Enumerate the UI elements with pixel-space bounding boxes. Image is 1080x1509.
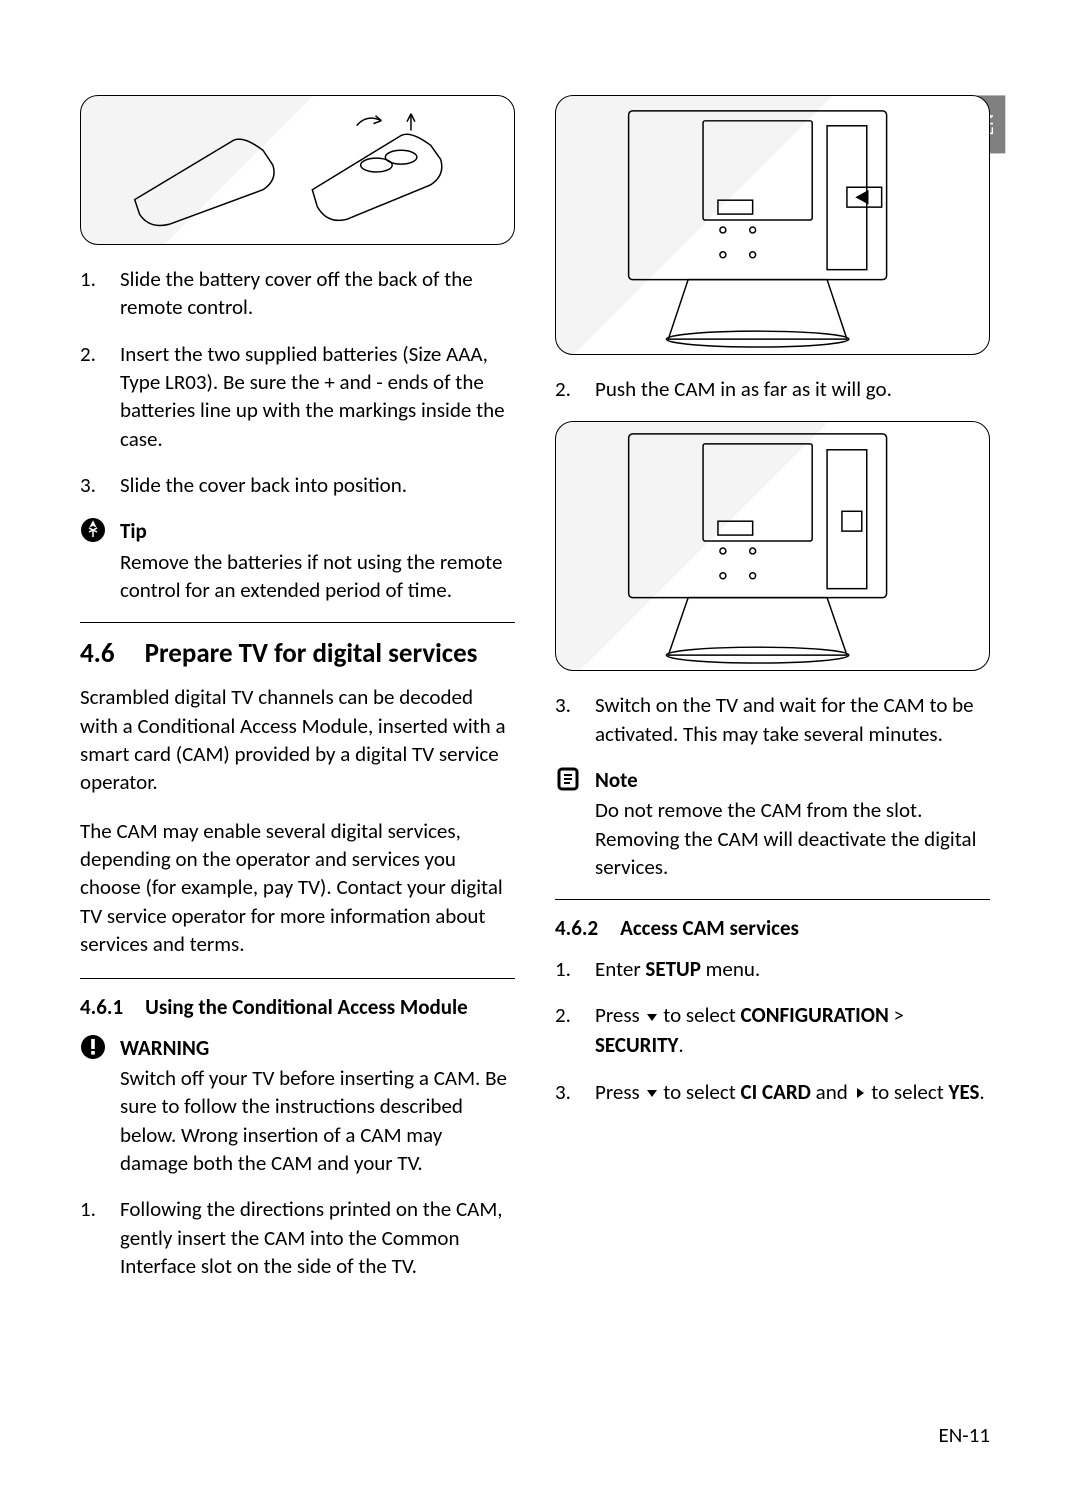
cam-steps-start: Following the directions printed on the … bbox=[80, 1195, 515, 1280]
divider bbox=[555, 899, 990, 900]
tip-title: Tip bbox=[120, 517, 515, 545]
text: Press bbox=[595, 1079, 645, 1105]
text: . bbox=[979, 1079, 984, 1105]
list-item: Following the directions printed on the … bbox=[80, 1195, 515, 1280]
configuration-label: CONFIGURATION bbox=[741, 1002, 889, 1028]
list-item: Press to select CI CARD and to select YE… bbox=[555, 1078, 990, 1108]
page-number: EN-11 bbox=[938, 1421, 990, 1449]
text: menu. bbox=[701, 956, 760, 982]
text: to select bbox=[867, 1079, 949, 1105]
warning-callout: WARNING Switch off your TV before insert… bbox=[80, 1034, 515, 1178]
warning-title: WARNING bbox=[120, 1034, 515, 1062]
section-heading: 4.6 Prepare TV for digital services bbox=[80, 637, 515, 671]
cam-steps-continue: Push the CAM in as far as it will go. bbox=[555, 375, 990, 403]
arrow-right-icon bbox=[853, 1079, 867, 1107]
text: Press bbox=[595, 1002, 645, 1028]
heading-number: 4.6 bbox=[80, 637, 115, 671]
illustration-tv-cam-insert bbox=[555, 95, 990, 355]
note-body: Do not remove the CAM from the slot. Rem… bbox=[595, 796, 990, 881]
list-item: Press to select CONFIGURATION > SECURITY… bbox=[555, 1001, 990, 1060]
warning-icon bbox=[80, 1034, 106, 1060]
tip-callout: Tip Remove the batteries if not using th… bbox=[80, 517, 515, 604]
illustration-tv-cam-pushed bbox=[555, 421, 990, 671]
divider bbox=[80, 978, 515, 979]
paragraph: The CAM may enable several digital servi… bbox=[80, 817, 515, 959]
subheading-number: 4.6.2 bbox=[555, 914, 598, 942]
list-item: Push the CAM in as far as it will go. bbox=[555, 375, 990, 403]
step-text: Slide the cover back into position. bbox=[120, 472, 407, 498]
subsection-heading: 4.6.2 Access CAM services bbox=[555, 914, 990, 942]
text: to select bbox=[659, 1079, 741, 1105]
list-item: Insert the two supplied batteries (Size … bbox=[80, 340, 515, 453]
arrow-down-icon bbox=[645, 1079, 659, 1107]
subheading-number: 4.6.1 bbox=[80, 993, 123, 1021]
step-text: Switch on the TV and wait for the CAM to… bbox=[595, 692, 974, 746]
list-item: Enter SETUP menu. bbox=[555, 955, 990, 983]
setup-label: SETUP bbox=[645, 956, 700, 982]
yes-label: YES bbox=[949, 1079, 980, 1105]
step-text: Slide the battery cover off the back of … bbox=[120, 266, 473, 320]
text: to select bbox=[659, 1002, 741, 1028]
tip-body: Remove the batteries if not using the re… bbox=[120, 548, 515, 605]
arrow-down-icon bbox=[645, 1003, 659, 1031]
tip-icon bbox=[80, 517, 106, 543]
page-content: Slide the battery cover off the back of … bbox=[0, 0, 1080, 1358]
note-title: Note bbox=[595, 766, 990, 794]
subheading-title: Access CAM services bbox=[620, 914, 799, 942]
list-item: Slide the cover back into position. bbox=[80, 471, 515, 499]
step-text: Following the directions printed on the … bbox=[120, 1196, 503, 1279]
cam-steps-continue2: Switch on the TV and wait for the CAM to… bbox=[555, 691, 990, 748]
step-text: Push the CAM in as far as it will go. bbox=[595, 376, 892, 402]
illustration-remote-batteries bbox=[80, 95, 515, 245]
note-callout: Note Do not remove the CAM from the slot… bbox=[555, 766, 990, 881]
list-item: Slide the battery cover off the back of … bbox=[80, 265, 515, 322]
heading-title: Prepare TV for digital services bbox=[145, 637, 478, 671]
subsection-heading: 4.6.1 Using the Conditional Access Modul… bbox=[80, 993, 515, 1021]
text: and bbox=[811, 1079, 853, 1105]
security-label: SECURITY bbox=[595, 1032, 678, 1058]
ci-card-label: CI CARD bbox=[741, 1079, 811, 1105]
subheading-title: Using the Conditional Access Module bbox=[145, 993, 468, 1021]
left-column: Slide the battery cover off the back of … bbox=[80, 95, 515, 1298]
divider bbox=[80, 622, 515, 623]
text: Enter bbox=[595, 956, 645, 982]
note-icon bbox=[555, 766, 581, 792]
text: > bbox=[889, 1002, 904, 1028]
text: . bbox=[678, 1032, 683, 1058]
right-column: Push the CAM in as far as it will go. Sw… bbox=[555, 95, 990, 1298]
step-text: Insert the two supplied batteries (Size … bbox=[120, 341, 505, 452]
list-item: Switch on the TV and wait for the CAM to… bbox=[555, 691, 990, 748]
warning-body: Switch off your TV before inserting a CA… bbox=[120, 1064, 515, 1177]
battery-steps: Slide the battery cover off the back of … bbox=[80, 265, 515, 499]
access-cam-steps: Enter SETUP menu. Press to select CONFIG… bbox=[555, 955, 990, 1108]
paragraph: Scrambled digital TV channels can be dec… bbox=[80, 683, 515, 796]
